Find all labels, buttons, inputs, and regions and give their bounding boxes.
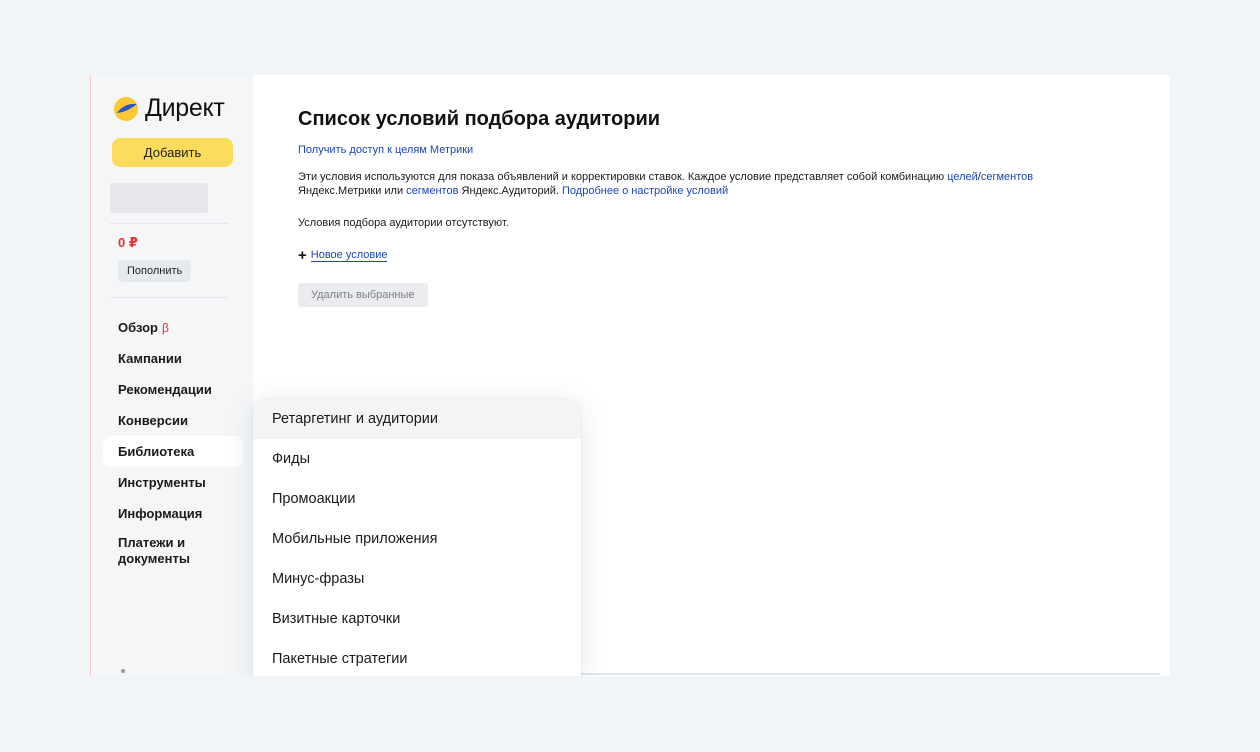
audience-segments-link[interactable]: сегментов (406, 185, 458, 197)
sidebar-bottom-icon (121, 669, 125, 673)
sidebar-item-conversions[interactable]: Конверсии (103, 405, 243, 436)
sidebar-item-label: Рекомендации (118, 382, 212, 397)
metrica-segments-link[interactable]: сегментов (981, 171, 1033, 183)
sidebar-nav: Обзор β Кампании Рекомендации Конверсии Б… (103, 312, 243, 569)
menu-item-package-strategies[interactable]: Пакетные стратегии (253, 639, 581, 676)
sidebar: Директ Добавить 0 ₽ Пополнить Обзор β Кам… (91, 75, 253, 676)
yandex-direct-logo-icon (114, 96, 138, 121)
logo-text: Директ (145, 94, 225, 122)
menu-item-retargeting[interactable]: Ретаргетинг и аудитории (253, 399, 581, 439)
add-button[interactable]: Добавить (112, 138, 233, 167)
app-window: Директ Добавить 0 ₽ Пополнить Обзор β Кам… (90, 75, 1170, 676)
sidebar-item-label: Платежи и документы (118, 535, 190, 566)
sidebar-item-payments[interactable]: Платежи и документы (103, 529, 243, 569)
topup-button[interactable]: Пополнить (118, 260, 192, 282)
sidebar-item-tools[interactable]: Инструменты (103, 467, 243, 498)
conditions-help-link[interactable]: Подробнее о настройке условий (562, 185, 728, 197)
new-condition-control[interactable]: + Новое условие (298, 247, 388, 264)
plus-icon: + (298, 247, 307, 264)
account-placeholder (110, 183, 208, 213)
balance-amount: 0 ₽ (118, 235, 138, 250)
menu-item-promotions[interactable]: Промоакции (253, 479, 581, 519)
sidebar-item-information[interactable]: Информация (103, 498, 243, 529)
menu-item-feeds[interactable]: Фиды (253, 439, 581, 479)
metrics-access-link[interactable]: Получить доступ к целям Метрики (298, 144, 473, 156)
sidebar-item-label: Кампании (118, 351, 182, 366)
description: Эти условия используются для показа объя… (298, 170, 1118, 198)
menu-item-mobile-apps[interactable]: Мобильные приложения (253, 519, 581, 559)
logo[interactable]: Директ (113, 94, 225, 123)
sidebar-divider (110, 297, 228, 298)
sidebar-item-label: Обзор (118, 320, 158, 335)
sidebar-divider (110, 223, 228, 224)
sidebar-item-label: Конверсии (118, 413, 188, 428)
delete-selected-button[interactable]: Удалить выбранные (298, 283, 428, 307)
sidebar-item-label: Библиотека (118, 444, 195, 459)
library-dropdown-menu: Ретаргетинг и аудитории Фиды Промоакции … (253, 399, 581, 676)
goals-link[interactable]: целей (947, 171, 978, 183)
sidebar-item-campaigns[interactable]: Кампании (103, 343, 243, 374)
page-title: Список условий подбора аудитории (298, 108, 661, 130)
menu-item-negative-keywords[interactable]: Минус-фразы (253, 559, 581, 599)
sidebar-item-recommendations[interactable]: Рекомендации (103, 374, 243, 405)
description-text: Эти условия используются для показа объя… (298, 171, 948, 183)
sidebar-item-overview[interactable]: Обзор β (103, 312, 243, 343)
menu-item-business-cards[interactable]: Визитные карточки (253, 599, 581, 639)
beta-badge: β (162, 321, 169, 335)
empty-state-text: Условия подбора аудитории отсутствуют. (298, 217, 509, 229)
new-condition-link[interactable]: Новое условие (310, 249, 388, 262)
sidebar-item-label: Инструменты (118, 475, 206, 490)
sidebar-item-label: Информация (118, 506, 203, 521)
sidebar-item-library[interactable]: Библиотека (103, 436, 243, 467)
description-text: Яндекс.Метрики или (298, 185, 407, 197)
description-text: Яндекс.Аудиторий. (458, 185, 563, 197)
